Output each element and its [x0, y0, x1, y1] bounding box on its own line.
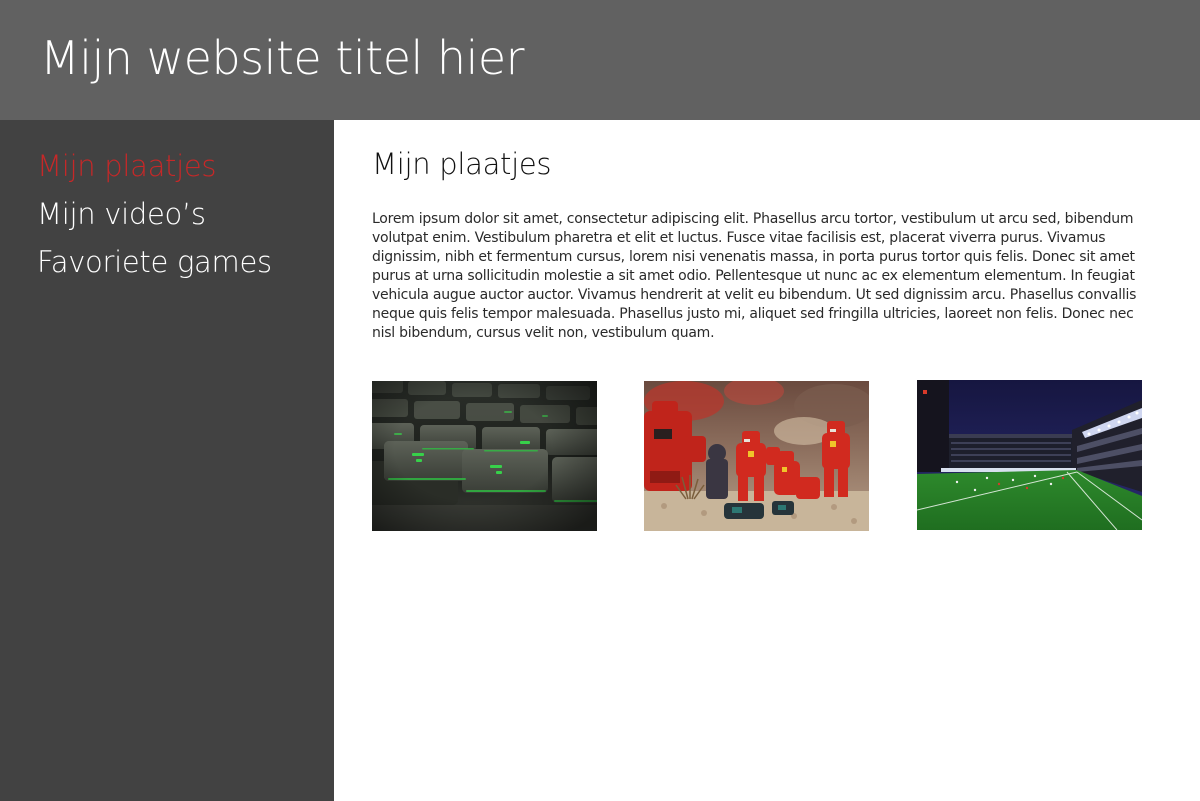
main-content: Mijn plaatjes Lorem ipsum dolor sit amet…	[334, 120, 1200, 801]
sidebar: Mijn plaatjes Mijn video’s Favoriete gam…	[0, 120, 334, 801]
sidebar-item-mijn-plaatjes[interactable]: Mijn plaatjes	[37, 142, 272, 190]
sidebar-item-favoriete-games[interactable]: Favoriete games	[37, 238, 272, 286]
keyboard-photo[interactable]	[372, 381, 597, 531]
image-gallery	[372, 380, 1152, 532]
keyboard-image	[372, 381, 597, 531]
lego-robots-image	[644, 381, 869, 531]
sidebar-nav: Mijn plaatjes Mijn video’s Favoriete gam…	[37, 142, 272, 286]
lego-robots-photo[interactable]	[644, 381, 869, 531]
page-title: Mijn plaatjes	[372, 147, 552, 181]
sidebar-item-mijn-videos[interactable]: Mijn video’s	[37, 190, 272, 238]
body-paragraph: Lorem ipsum dolor sit amet, consectetur …	[372, 211, 1137, 341]
football-stadium-image	[917, 380, 1142, 530]
site-header: Mijn website titel hier	[0, 0, 1200, 120]
site-title: Mijn website titel hier	[40, 31, 525, 85]
football-stadium-photo[interactable]	[917, 380, 1142, 530]
